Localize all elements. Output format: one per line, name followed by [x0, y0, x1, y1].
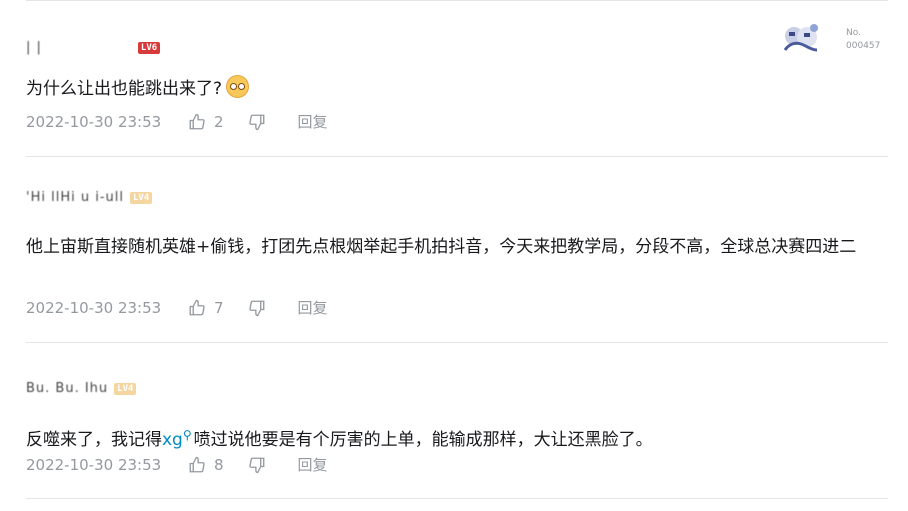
- comment-content: 为什么让出也能跳出来了?: [26, 74, 886, 104]
- card-number: No. 000457: [846, 27, 880, 53]
- comment-header: 'Hi llHi u i-ull LV4: [26, 190, 153, 205]
- thumbs-down-icon: [248, 300, 264, 316]
- like-button[interactable]: 8: [188, 456, 224, 474]
- like-button[interactable]: 2: [188, 113, 224, 131]
- divider: [26, 342, 888, 343]
- comment-content: 他上宙斯直接随机英雄+偷钱，打团先点根烟举起手机拍抖音，今天来把教学局，分段不高…: [26, 232, 886, 262]
- level-badge: LV6: [137, 41, 161, 54]
- comment-header: Bu. Bu. Ihu LV4: [26, 381, 137, 396]
- anime-avatar-icon: [783, 24, 818, 52]
- divider: [26, 0, 888, 1]
- level-badge: LV4: [129, 191, 153, 204]
- like-button[interactable]: 7: [188, 299, 224, 317]
- comment-time: 2022-10-30 23:53: [26, 298, 162, 317]
- comment-meta: 2022-10-30 23:53 8 回复: [26, 454, 328, 475]
- thumbs-up-icon: [189, 113, 205, 129]
- comment-content: 反噬来了，我记得xg⚲ 喷过说他要是有个厉害的上单，能输成那样，大让还黑脸了。: [26, 420, 886, 455]
- username[interactable]: 'Hi llHi u i-ull: [26, 190, 124, 205]
- comment-time: 2022-10-30 23:53: [26, 112, 162, 131]
- comment-text: 他上宙斯直接随机英雄+偷钱，打团先点根烟举起手机拍抖音，今天来把教学局，分段不高…: [26, 237, 857, 257]
- thumbs-up-icon: [189, 456, 205, 472]
- dislike-button[interactable]: [248, 299, 274, 317]
- reply-button[interactable]: 回复: [298, 297, 328, 318]
- divider: [26, 498, 888, 499]
- card-number-label: No.: [846, 28, 861, 38]
- comment-meta: 2022-10-30 23:53 7 回复: [26, 297, 328, 318]
- comment-text-before: 反噬来了，我记得: [26, 430, 162, 450]
- like-count: 7: [214, 298, 224, 317]
- comment-text-after: 喷过说他要是有个厉害的上单，能输成那样，大让还黑脸了。: [193, 430, 653, 450]
- like-count: 8: [214, 455, 224, 474]
- thumbs-down-icon: [248, 457, 264, 473]
- comment-text: 为什么让出也能跳出来了?: [26, 79, 223, 99]
- like-count: 2: [214, 112, 224, 131]
- thumbs-up-icon: [189, 299, 205, 315]
- dislike-button[interactable]: [248, 113, 274, 131]
- dislike-button[interactable]: [248, 456, 274, 474]
- comment-meta: 2022-10-30 23:53 2 回复: [26, 111, 328, 132]
- search-icon[interactable]: ⚲: [183, 428, 192, 442]
- avatar-decoration: [780, 20, 822, 58]
- reply-button[interactable]: 回复: [298, 454, 328, 475]
- reply-button[interactable]: 回复: [298, 111, 328, 132]
- card-number-value: 000457: [846, 41, 881, 51]
- search-link[interactable]: xg: [162, 430, 183, 450]
- divider: [26, 156, 888, 157]
- comment-time: 2022-10-30 23:53: [26, 455, 162, 474]
- level-badge: LV4: [114, 382, 137, 395]
- comment-header: | | LV6: [26, 40, 161, 55]
- username[interactable]: Bu. Bu. Ihu: [26, 381, 108, 396]
- thumbs-down-icon: [248, 114, 264, 130]
- username[interactable]: | |: [26, 40, 42, 55]
- blush-emoji-icon: [226, 75, 250, 98]
